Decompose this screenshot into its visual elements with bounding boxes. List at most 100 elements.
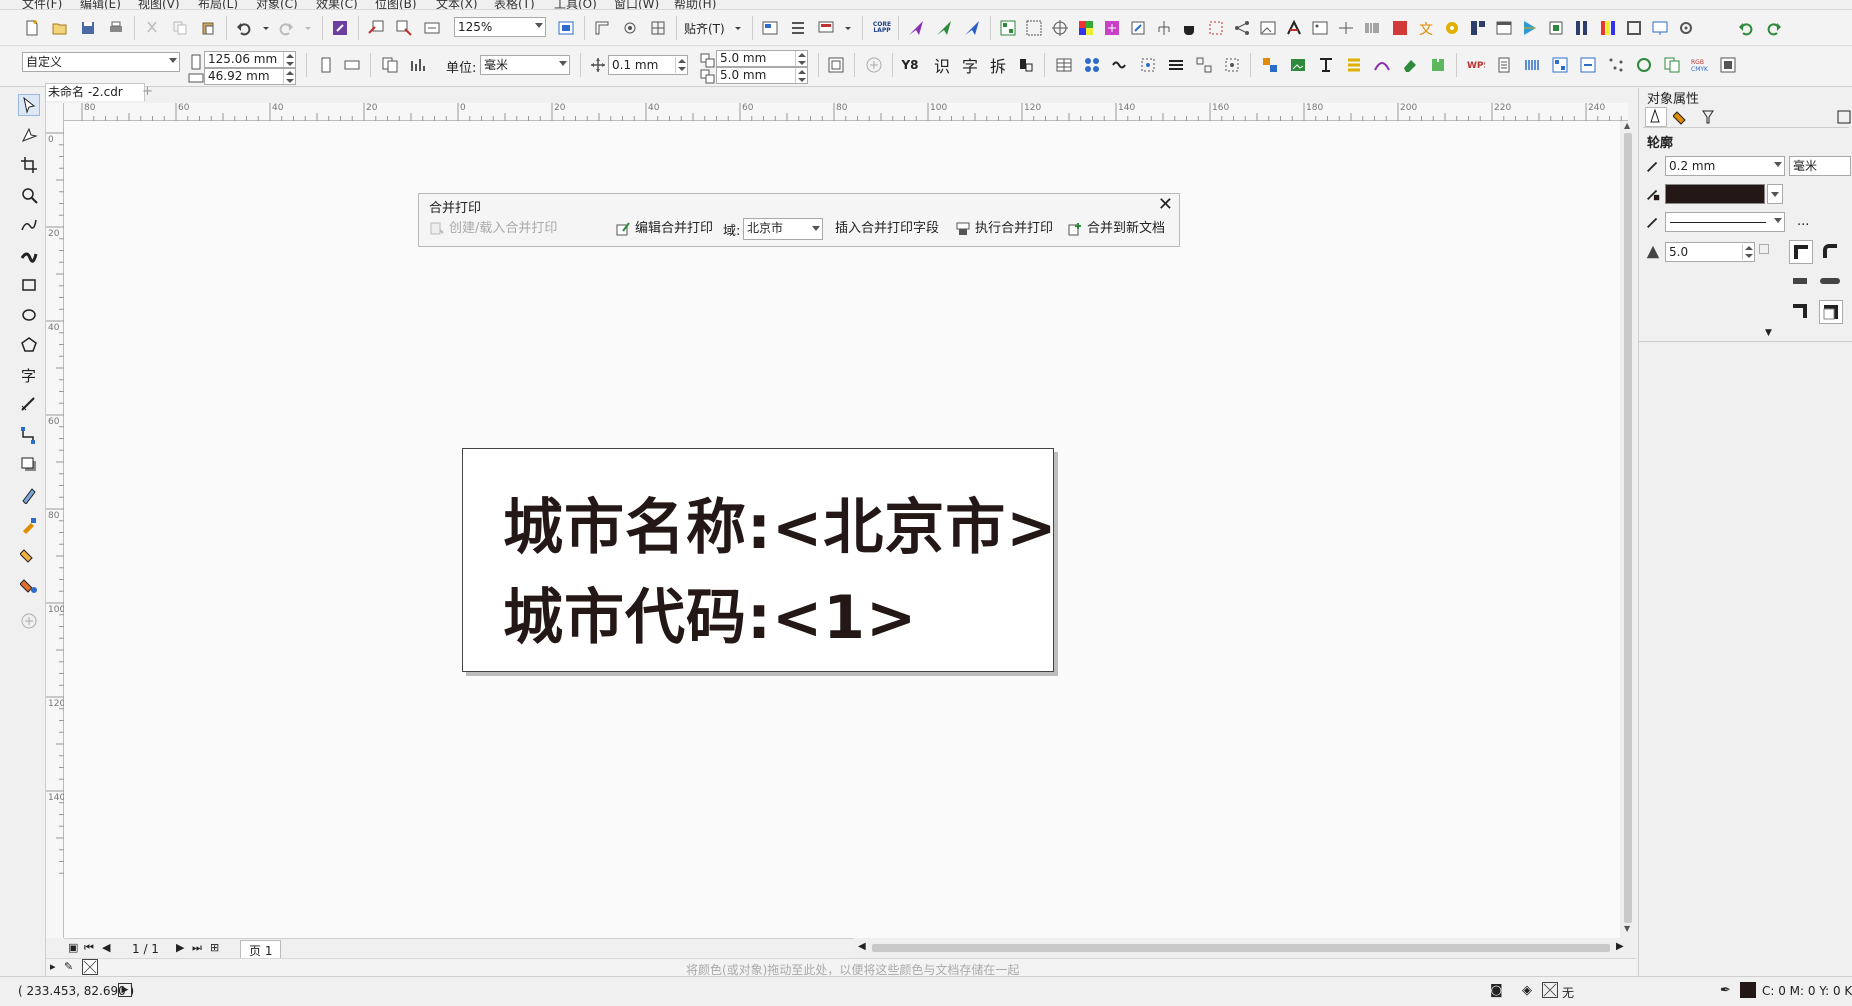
redo-icon[interactable] [276, 18, 296, 38]
snap-to-dropdown[interactable]: 贴齐(T) [684, 20, 725, 37]
stamp-icon[interactable] [1016, 55, 1036, 75]
transparency-tool-icon[interactable] [18, 484, 40, 506]
rotate-green-icon[interactable] [1634, 55, 1654, 75]
text-art-icon[interactable] [1284, 18, 1304, 38]
status-play-icon[interactable]: ▶ [118, 983, 132, 997]
print-icon[interactable] [106, 18, 126, 38]
menu-edit[interactable]: 编辑(E) [80, 0, 121, 9]
curve-icon[interactable] [1372, 55, 1392, 75]
settings-icon[interactable] [1676, 18, 1696, 38]
copy-icon[interactable] [170, 18, 190, 38]
coffee-icon[interactable] [1180, 18, 1200, 38]
connector-tool-icon[interactable] [18, 424, 40, 446]
page-info-icon[interactable]: ▣ [68, 941, 78, 954]
show-grid-icon[interactable] [648, 18, 668, 38]
split-icon[interactable] [1194, 55, 1214, 75]
paste-icon[interactable] [198, 18, 218, 38]
menu-file[interactable]: 文件(F) [22, 0, 62, 9]
corel-small-icon[interactable] [1578, 55, 1598, 75]
horizontal-ruler[interactable]: 80 60 40 20 0 20 40 60 80 100 120 140 160 180 200 220 24… [64, 103, 1628, 121]
text-column-icon[interactable] [1316, 55, 1336, 75]
text-tool-zi[interactable]: 字 [960, 55, 980, 76]
corel-app-label[interactable]: CORE LAPP [872, 18, 892, 38]
barcode-blue-icon[interactable] [1522, 55, 1542, 75]
image-green-icon[interactable] [1288, 55, 1308, 75]
nudge-distance-field[interactable]: 0.1 mm [608, 55, 688, 75]
portrait-icon[interactable] [316, 55, 336, 75]
execute-merge-button[interactable]: 执行合并打印 [955, 218, 1053, 240]
redo-green-icon[interactable] [1764, 18, 1784, 38]
new-document-icon[interactable] [22, 18, 42, 38]
docker-expand[interactable]: ▼ [1639, 328, 1852, 342]
tree-icon[interactable] [1154, 18, 1174, 38]
more-line-options[interactable]: ... [1797, 214, 1809, 229]
rgb-cmyk-icon[interactable]: RGB CMYK [1690, 55, 1710, 75]
qr-blue-icon[interactable] [1550, 55, 1570, 75]
page-width-field[interactable]: 125.06 mm [204, 51, 296, 68]
add-tab-button[interactable]: + [142, 84, 156, 100]
add-tool-icon[interactable] [18, 610, 40, 632]
import-icon[interactable] [366, 18, 386, 38]
freehand-tool-icon[interactable] [18, 214, 40, 236]
expand-arrow-icon[interactable]: ▼ [1765, 328, 1772, 338]
columns-icon[interactable] [1572, 18, 1592, 38]
layout-icon[interactable] [1468, 18, 1488, 38]
search-content-icon[interactable] [330, 18, 350, 38]
vertical-scroll-thumb[interactable] [1624, 133, 1632, 923]
scroll-up-icon[interactable]: ▲ [1624, 121, 1630, 130]
fill-tab-icon[interactable] [1672, 108, 1691, 130]
duplicate-distance-x-field[interactable]: 5.0 mm [716, 50, 808, 67]
frame-icon[interactable] [1624, 18, 1644, 38]
edit-merge-button[interactable]: 编辑合并打印 [615, 218, 713, 240]
outline-width-combo[interactable]: 0.2 mm [1665, 156, 1785, 176]
cap-butt-icon[interactable] [1789, 270, 1813, 294]
undo-icon[interactable] [234, 18, 254, 38]
corner-miter-icon[interactable] [1789, 240, 1813, 264]
text-tool-y8[interactable]: Y8 [900, 55, 920, 75]
application-launcher-icon[interactable] [788, 18, 808, 38]
screen-icon[interactable] [1650, 18, 1670, 38]
current-page-icon[interactable] [408, 55, 428, 75]
text-tool-icon[interactable]: 字 [18, 364, 40, 386]
scroll-down-icon[interactable]: ▼ [1624, 924, 1630, 933]
window-icon[interactable] [1494, 18, 1514, 38]
add-icon[interactable] [864, 55, 884, 75]
menu-layout[interactable]: 布局(L) [198, 0, 238, 9]
create-load-merge-button[interactable]: 创建/载入合并打印 [429, 218, 557, 240]
last-page-icon[interactable]: ⏭ [192, 941, 202, 955]
rectangle-tool-icon[interactable] [18, 274, 40, 296]
qr-code-icon[interactable] [998, 18, 1018, 38]
line-style-combo[interactable] [1665, 212, 1785, 232]
horizontal-scrollbar[interactable]: ◀ ▶ [854, 938, 1636, 958]
menu-help[interactable]: 帮助(H) [674, 0, 716, 9]
zoom-tool-icon[interactable] [18, 184, 40, 206]
all-pages-icon[interactable] [380, 55, 400, 75]
dashed-box-icon[interactable] [1222, 55, 1242, 75]
parallel-dimension-icon[interactable] [18, 394, 40, 416]
duplicate-distance-y-field[interactable]: 5.0 mm [716, 67, 808, 84]
wps-icon[interactable]: WPS [1466, 55, 1486, 75]
show-rulers-icon[interactable] [592, 18, 612, 38]
pick-tool-icon[interactable] [18, 94, 40, 116]
color-palette-icon[interactable] [1076, 18, 1096, 38]
scroll-right-icon[interactable]: ▶ [1616, 941, 1624, 952]
eyedropper-icon[interactable]: ✎ [64, 960, 73, 973]
color-play-icon[interactable] [1520, 18, 1540, 38]
city-code-text[interactable]: 城市代码:<1> [503, 569, 917, 656]
text-tool-chai[interactable]: 拆 [988, 55, 1008, 76]
add-page-icon[interactable]: ⊞ [210, 941, 219, 954]
interactive-fill-icon[interactable] [18, 544, 40, 566]
open-icon[interactable] [50, 18, 70, 38]
zoom-to-page-icon[interactable] [556, 18, 576, 38]
resize-icon[interactable] [1128, 18, 1148, 38]
picture-frame-icon[interactable] [1310, 18, 1330, 38]
outline-unit-combo[interactable]: 毫米 [1789, 156, 1851, 176]
artistic-media-icon[interactable] [18, 244, 40, 266]
zoom-level-combo[interactable]: 125% [454, 17, 546, 37]
snap-dropdown-arrow-icon[interactable] [728, 18, 748, 38]
text-tool-shi[interactable]: 识 [932, 55, 952, 76]
page-height-field[interactable]: 46.92 mm [204, 68, 296, 85]
grid-tool-icon[interactable] [1024, 18, 1044, 38]
pattern-icon[interactable] [1082, 55, 1102, 75]
nodes-icon[interactable] [1232, 18, 1252, 38]
